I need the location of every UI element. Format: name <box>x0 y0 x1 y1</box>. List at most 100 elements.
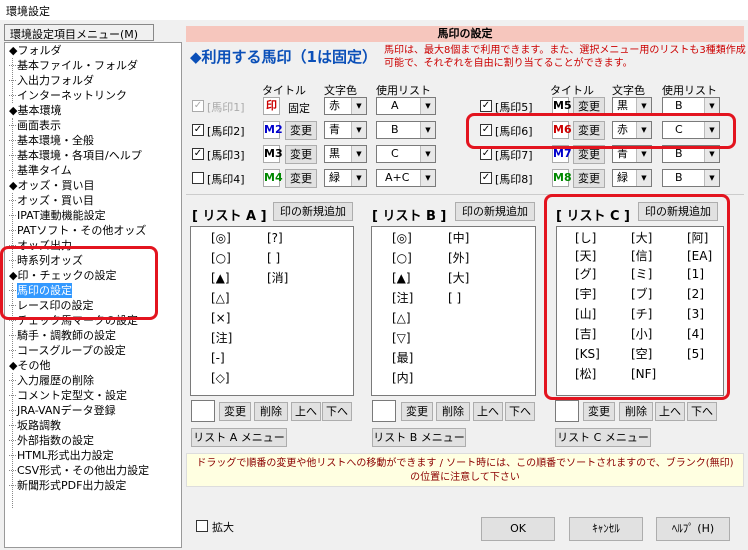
tree-item[interactable]: JRA-VANデータ登録 <box>9 403 116 418</box>
dropdown-arrow-icon: ▼ <box>420 98 435 114</box>
tree-item[interactable]: 基本環境・各項目/ヘルプ <box>9 148 142 163</box>
list-a-up-button[interactable]: 上へ <box>291 402 321 421</box>
list-c-down-button[interactable]: 下へ <box>687 402 717 421</box>
list-item[interactable]: [最] <box>392 349 413 367</box>
mark1-color-select[interactable]: 赤 ▼ <box>324 97 367 115</box>
list-item[interactable]: [消] <box>267 269 288 287</box>
mark5-checkbox[interactable]: ✓ <box>480 100 492 112</box>
dropdown-arrow-icon: ▼ <box>636 170 651 186</box>
ok-button[interactable]: OK <box>481 517 555 541</box>
tree-item[interactable]: CSV形式・その他出力設定 <box>8 463 149 478</box>
tree-item[interactable]: 入出力フォルダ <box>9 73 94 88</box>
list-c-change-button[interactable]: 変更 <box>583 402 615 421</box>
mark3-list-select[interactable]: C ▼ <box>376 145 436 163</box>
tree-group-other[interactable]: ◆その他 <box>9 358 50 373</box>
mark3-label: [馬印3] <box>207 149 245 162</box>
tree-group-basic[interactable]: ◆基本環境 <box>9 103 61 118</box>
tree-item[interactable]: 基準タイム <box>9 163 72 178</box>
list-a-down-button[interactable]: 下へ <box>322 402 352 421</box>
help-button[interactable]: ﾍﾙﾌﾟ (H) <box>656 517 730 541</box>
list-b-edit-input[interactable] <box>372 400 396 422</box>
mark8-color-select[interactable]: 緑 ▼ <box>612 169 652 187</box>
mark4-checkbox[interactable] <box>192 172 204 184</box>
tree-item[interactable]: コメント定型文・設定 <box>9 388 127 403</box>
list-item[interactable]: [ ] <box>267 249 280 267</box>
list-item[interactable]: [注] <box>211 329 232 347</box>
list-item[interactable]: [?] <box>267 229 283 247</box>
list-c-delete-button[interactable]: 削除 <box>619 402 653 421</box>
list-item[interactable]: [△] <box>211 289 230 307</box>
list-item[interactable]: [▲] <box>211 269 230 287</box>
list-item[interactable]: [◎] <box>392 229 412 247</box>
list-c-menu-button[interactable]: リスト C メニュー <box>555 428 651 447</box>
mark7-checkbox[interactable]: ✓ <box>480 148 492 160</box>
cancel-button[interactable]: ｷｬﾝｾﾙ <box>569 517 643 541</box>
list-item[interactable]: [○] <box>211 249 231 267</box>
mark2-checkbox[interactable]: ✓ <box>192 124 204 136</box>
list-c-edit-input[interactable] <box>555 400 579 422</box>
mark1-checkbox: ✓ <box>192 100 204 112</box>
list-a-add-button[interactable]: 印の新規追加 <box>273 202 353 221</box>
mark4-change-button[interactable]: 変更 <box>285 169 317 188</box>
mark4-list-select[interactable]: A+C ▼ <box>376 169 436 187</box>
mark3-checkbox[interactable]: ✓ <box>192 148 204 160</box>
list-b-title: [ リスト B ] <box>372 209 447 224</box>
tree-item[interactable]: 外部指数の設定 <box>9 433 94 448</box>
tree-item[interactable]: 基本ファイル・フォルダ <box>9 58 138 73</box>
mark2-list-select[interactable]: B ▼ <box>376 121 436 139</box>
tree-item[interactable]: インターネットリンク <box>9 88 127 103</box>
mark2-label: [馬印2] <box>207 125 245 138</box>
list-item[interactable]: [外] <box>448 249 469 267</box>
list-b-delete-button[interactable]: 削除 <box>436 402 470 421</box>
mark8-list-select[interactable]: B ▼ <box>662 169 720 187</box>
list-item[interactable]: [-] <box>211 349 225 367</box>
list-item[interactable]: [◎] <box>211 229 231 247</box>
list-a-edit-input[interactable] <box>191 400 215 422</box>
tree-item[interactable]: オッズ・買い目 <box>9 193 94 208</box>
list-item[interactable]: [注] <box>392 289 413 307</box>
tree-item[interactable]: 画面表示 <box>9 118 61 133</box>
list-item[interactable]: [△] <box>392 309 411 327</box>
mark8-checkbox[interactable]: ✓ <box>480 172 492 184</box>
tree-item[interactable]: 坂路調教 <box>9 418 61 433</box>
list-b-up-button[interactable]: 上へ <box>473 402 503 421</box>
list-a-menu-button[interactable]: リスト A メニュー <box>191 428 287 447</box>
list-b-box[interactable]: [◎] [中] [○] [外] [▲] [大] [注] [ ] [△] [▽] … <box>371 226 536 396</box>
tree-item[interactable]: 騎手・調教師の設定 <box>9 328 116 343</box>
list-b-down-button[interactable]: 下へ <box>505 402 535 421</box>
list-item[interactable]: [中] <box>448 229 469 247</box>
tree-item[interactable]: コースグループの設定 <box>9 343 126 358</box>
list-item[interactable]: [ ] <box>448 289 461 307</box>
tree-item[interactable]: 基本環境・全般 <box>9 133 94 148</box>
mark2-color-select[interactable]: 青 ▼ <box>324 121 367 139</box>
list-item[interactable]: [▲] <box>392 269 411 287</box>
tree-group-folder[interactable]: ◆フォルダ <box>9 43 61 58</box>
list-b-menu-button[interactable]: リスト B メニュー <box>372 428 466 447</box>
tree-item[interactable]: IPAT連動機能設定 <box>9 208 106 223</box>
mark3-change-button[interactable]: 変更 <box>285 145 317 164</box>
mark1-list-select[interactable]: A ▼ <box>376 97 436 115</box>
list-a-box[interactable]: [◎] [?] [○] [ ] [▲] [消] [△] [×] [注] [-] … <box>190 226 354 396</box>
mark8-change-button[interactable]: 変更 <box>573 169 605 188</box>
list-c-up-button[interactable]: 上へ <box>655 402 685 421</box>
list-b-change-button[interactable]: 変更 <box>401 402 433 421</box>
mark2-change-button[interactable]: 変更 <box>285 121 317 140</box>
list-a-change-button[interactable]: 変更 <box>219 402 251 421</box>
list-item[interactable]: [×] <box>211 309 230 327</box>
list-item[interactable]: [大] <box>448 269 469 287</box>
list-item[interactable]: [内] <box>392 369 413 387</box>
tree-item[interactable]: 入力履歴の削除 <box>9 373 94 388</box>
tree-group-odds[interactable]: ◆オッズ・買い目 <box>9 178 94 193</box>
col-title-right: タイトル <box>550 84 594 97</box>
list-a-delete-button[interactable]: 削除 <box>254 402 288 421</box>
tree-item[interactable]: 新聞形式PDF出力設定 <box>8 478 126 493</box>
list-b-add-button[interactable]: 印の新規追加 <box>455 202 535 221</box>
enlarge-checkbox[interactable] <box>196 520 208 532</box>
tree-item[interactable]: HTML形式出力設定 <box>9 448 114 463</box>
list-item[interactable]: [○] <box>392 249 412 267</box>
list-item[interactable]: [◇] <box>211 369 230 387</box>
mark4-color-select[interactable]: 緑 ▼ <box>324 169 367 187</box>
tree-item[interactable]: PATソフト・その他オッズ <box>8 223 146 238</box>
list-item[interactable]: [▽] <box>392 329 411 347</box>
mark3-color-select[interactable]: 黒 ▼ <box>324 145 367 163</box>
